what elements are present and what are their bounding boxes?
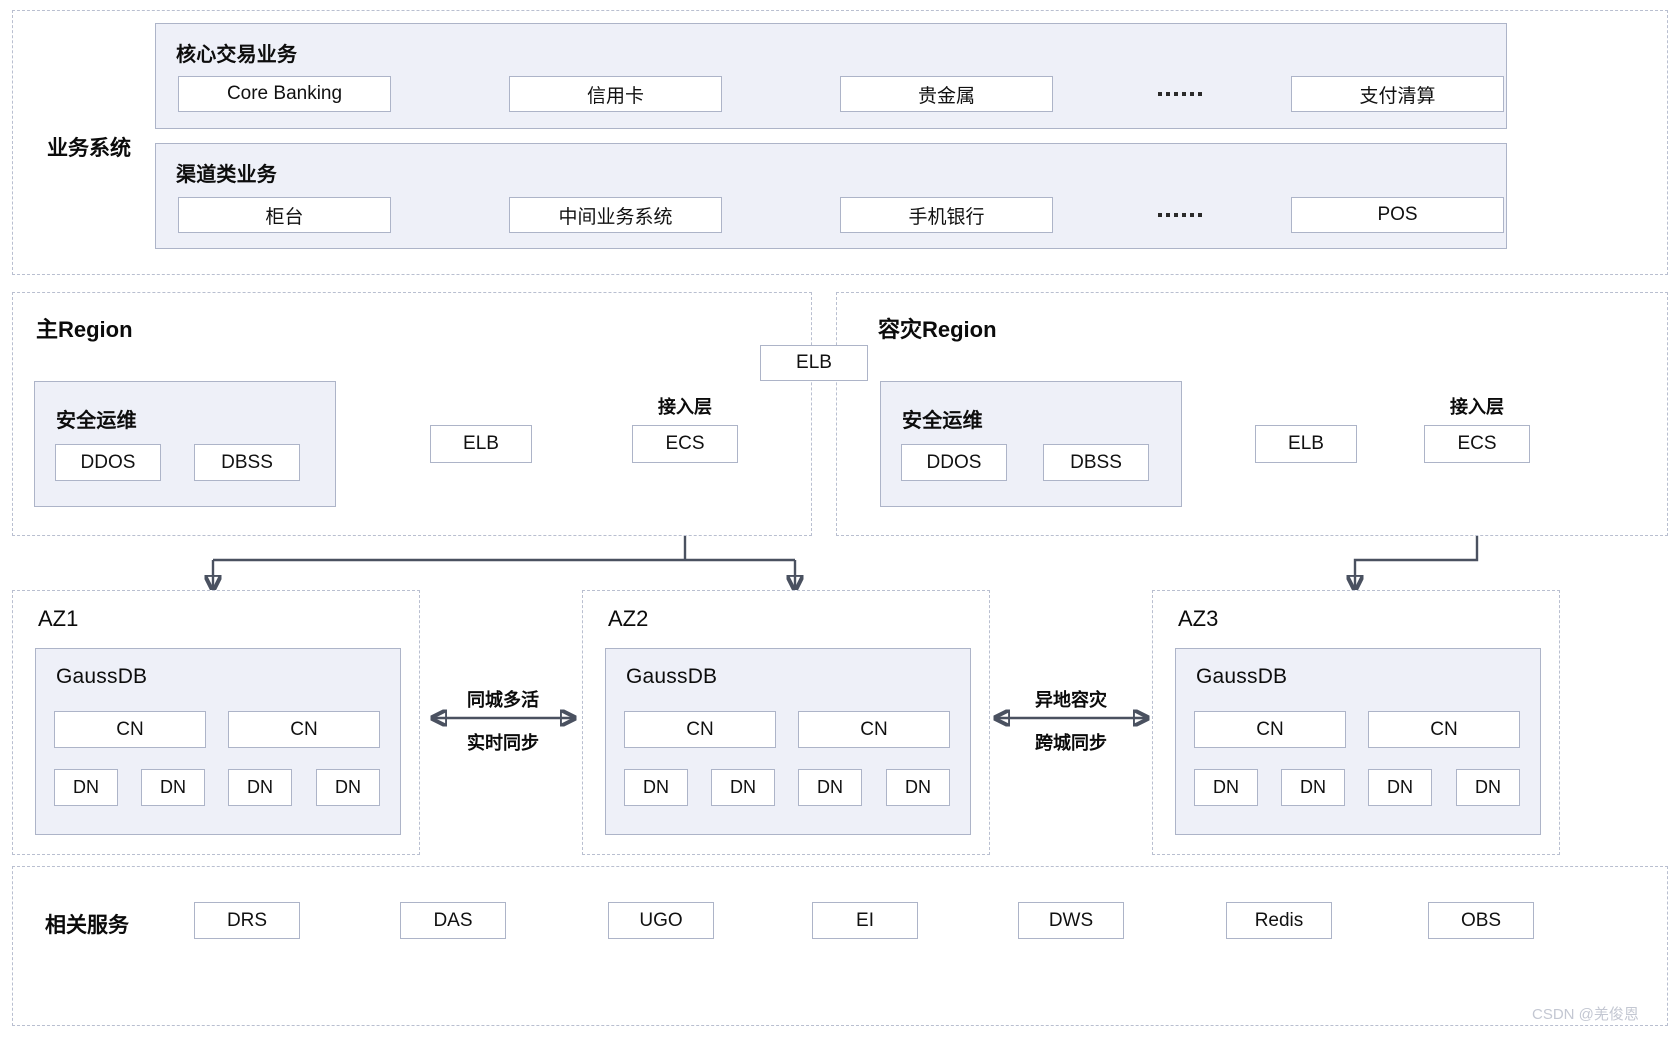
business-item-precious-metal[interactable]: 贵金属 <box>840 76 1053 112</box>
service-node-ugo[interactable]: UGO <box>608 902 714 939</box>
az3-cn-node-1[interactable]: CN <box>1194 711 1346 748</box>
az1-cn-node-1[interactable]: CN <box>54 711 206 748</box>
core-business-title: 核心交易业务 <box>176 44 298 66</box>
az3-dn-node-3[interactable]: DN <box>1368 769 1432 806</box>
dr-region-security-title: 安全运维 <box>902 410 983 432</box>
channel-business-panel <box>155 143 1507 249</box>
business-systems-label: 业务系统 <box>47 137 131 160</box>
main-region-security-title: 安全运维 <box>56 410 137 432</box>
main-region-ecs-node[interactable]: ECS <box>632 425 738 463</box>
az3-dn-node-2[interactable]: DN <box>1281 769 1345 806</box>
business-item-credit-card[interactable]: 信用卡 <box>509 76 722 112</box>
az3-dn-node-1[interactable]: DN <box>1194 769 1258 806</box>
watermark: CSDN @羌俊恩 <box>1532 1006 1639 1023</box>
service-node-drs[interactable]: DRS <box>194 902 300 939</box>
channel-business-title: 渠道类业务 <box>176 164 277 186</box>
dr-region-ecs-node[interactable]: ECS <box>1424 425 1530 463</box>
core-business-ellipsis-icon <box>1158 92 1202 96</box>
channel-business-ellipsis-icon <box>1158 213 1202 217</box>
az1-cn-node-2[interactable]: CN <box>228 711 380 748</box>
az2-title: AZ2 <box>608 606 649 631</box>
architecture-diagram: 业务系统 核心交易业务 Core Banking 信用卡 贵金属 支付清算 渠道… <box>0 0 1680 1040</box>
dr-region-dbss-node[interactable]: DBSS <box>1043 444 1149 481</box>
az1-dn-node-3[interactable]: DN <box>228 769 292 806</box>
business-item-pos[interactable]: POS <box>1291 197 1504 233</box>
service-node-das[interactable]: DAS <box>400 902 506 939</box>
az3-gaussdb-title: GaussDB <box>1196 665 1288 688</box>
az1-title: AZ1 <box>38 606 79 631</box>
main-region-access-layer-label: 接入层 <box>658 397 712 417</box>
business-item-payment-clearing[interactable]: 支付清算 <box>1291 76 1504 112</box>
main-region-elb-node[interactable]: ELB <box>430 425 532 463</box>
az3-dn-node-4[interactable]: DN <box>1456 769 1520 806</box>
az3-title: AZ3 <box>1178 606 1219 631</box>
az1-dn-node-2[interactable]: DN <box>141 769 205 806</box>
dr-region-elb-node[interactable]: ELB <box>1255 425 1357 463</box>
link-label-2-bottom: 跨城同步 <box>1035 733 1107 753</box>
business-item-middle-office[interactable]: 中间业务系统 <box>509 197 722 233</box>
main-region-dbss-node[interactable]: DBSS <box>194 444 300 481</box>
link-label-1-bottom: 实时同步 <box>467 733 539 753</box>
related-services-label: 相关服务 <box>45 914 129 937</box>
dr-region-ddos-node[interactable]: DDOS <box>901 444 1007 481</box>
az2-cn-node-2[interactable]: CN <box>798 711 950 748</box>
service-node-obs[interactable]: OBS <box>1428 902 1534 939</box>
main-region-ddos-node[interactable]: DDOS <box>55 444 161 481</box>
az1-gaussdb-title: GaussDB <box>56 665 148 688</box>
dr-region-access-layer-label: 接入层 <box>1450 397 1504 417</box>
service-node-dws[interactable]: DWS <box>1018 902 1124 939</box>
main-region-title: 主Region <box>36 317 133 342</box>
az2-dn-node-2[interactable]: DN <box>711 769 775 806</box>
az2-gaussdb-title: GaussDB <box>626 665 718 688</box>
az3-cn-node-2[interactable]: CN <box>1368 711 1520 748</box>
az2-cn-node-1[interactable]: CN <box>624 711 776 748</box>
az2-dn-node-4[interactable]: DN <box>886 769 950 806</box>
business-item-core-banking[interactable]: Core Banking <box>178 76 391 112</box>
az2-dn-node-3[interactable]: DN <box>798 769 862 806</box>
business-item-mobile-banking[interactable]: 手机银行 <box>840 197 1053 233</box>
global-elb-node[interactable]: ELB <box>760 345 868 381</box>
dr-region-title: 容灾Region <box>878 317 997 342</box>
business-item-counter[interactable]: 柜台 <box>178 197 391 233</box>
service-node-ei[interactable]: EI <box>812 902 918 939</box>
service-node-redis[interactable]: Redis <box>1226 902 1332 939</box>
link-label-2-top: 异地容灾 <box>1035 690 1107 710</box>
az2-dn-node-1[interactable]: DN <box>624 769 688 806</box>
az1-dn-node-4[interactable]: DN <box>316 769 380 806</box>
related-services-band <box>12 866 1668 1026</box>
az1-dn-node-1[interactable]: DN <box>54 769 118 806</box>
link-label-1-top: 同城多活 <box>467 690 539 710</box>
